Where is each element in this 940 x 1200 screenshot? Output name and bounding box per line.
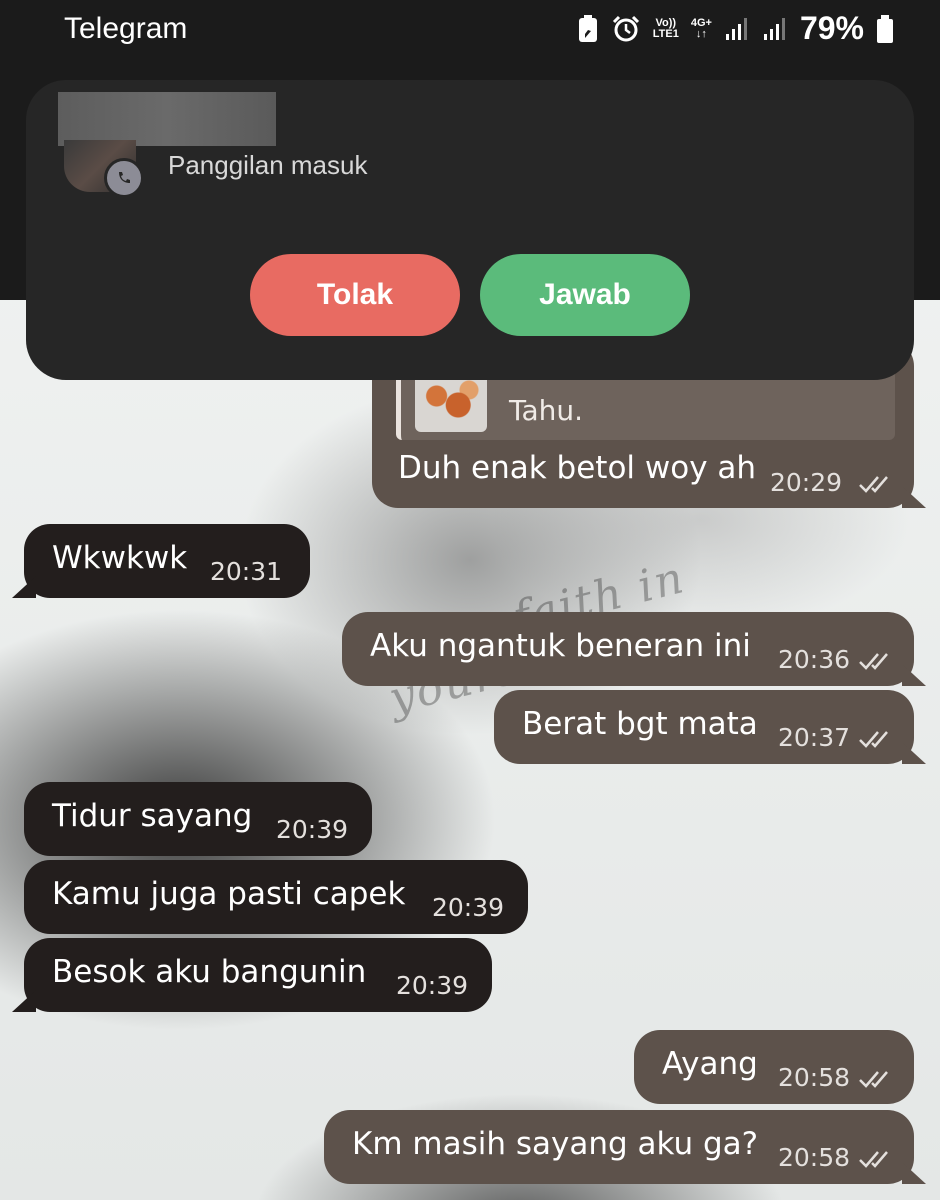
message-time: 20:39 [395,971,468,1000]
message-time: 20:31 [209,557,282,586]
status-bar: Telegram Vo)) LTE1 4G+ ↓↑ 79% [0,0,940,64]
accept-call-button[interactable]: Jawab [480,254,690,336]
message-time: 20:58 [778,1063,894,1092]
call-status-text: Panggilan masuk [168,150,368,180]
double-check-icon [859,731,888,748]
quoted-message[interactable]: Vala Tahu. [396,370,895,440]
message-text: Wkwkwk [52,540,188,576]
message-time: 20:29 [770,468,894,497]
message-text: Duh enak betol woy ah [398,450,757,486]
message-time: 20:39 [431,893,504,922]
message-time: 20:58 [778,1143,894,1172]
double-check-icon [859,1071,888,1088]
decline-call-button[interactable]: Tolak [250,254,460,336]
message-text: Aku ngantuk beneran ini [370,628,751,664]
message-text: Ayang [662,1046,758,1082]
incoming-call-notification[interactable]: Panggilan masuk Tolak Jawab [26,80,914,380]
incoming-message[interactable]: Besok aku bangunin 20:39 [24,938,492,1012]
message-text: Besok aku bangunin [52,954,367,990]
outgoing-message[interactable]: Km masih sayang aku ga? 20:58 [324,1110,914,1184]
battery-saver-icon [577,14,599,44]
message-text: Kamu juga pasti capek [52,876,406,912]
status-icons: Vo)) LTE1 4G+ ↓↑ 79% [577,10,894,47]
outgoing-message[interactable]: Berat bgt mata 20:37 [494,690,914,764]
message-text: Km masih sayang aku ga? [352,1126,759,1162]
incoming-message[interactable]: Wkwkwk 20:31 [24,524,310,598]
incoming-message[interactable]: Kamu juga pasti capek 20:39 [24,860,528,934]
double-check-icon [859,653,888,670]
battery-icon [876,14,894,44]
caller-name-redacted [58,92,276,146]
message-text: Tidur sayang [52,798,253,834]
signal-icon-sim1 [724,16,750,42]
message-time: 20:36 [778,645,894,674]
alarm-icon [611,14,641,44]
volte-icon: Vo)) LTE1 [652,16,679,40]
message-text: Berat bgt mata [522,706,758,742]
message-time: 20:39 [275,815,348,844]
incoming-message[interactable]: Tidur sayang 20:39 [24,782,372,856]
status-app-name: Telegram [64,12,188,45]
phone-icon [104,158,144,198]
double-check-icon [859,476,888,493]
outgoing-message[interactable]: Aku ngantuk beneran ini 20:36 [342,612,914,686]
quoted-image-thumbnail [415,372,487,432]
signal-icon-sim2 [762,16,788,42]
message-time: 20:37 [778,723,894,752]
battery-percent: 79% [799,10,864,46]
network-4g-icon: 4G+ ↓↑ [690,16,712,40]
double-check-icon [859,1151,888,1168]
outgoing-message[interactable]: Ayang 20:58 [634,1030,914,1104]
quoted-text: Tahu. [509,394,584,427]
